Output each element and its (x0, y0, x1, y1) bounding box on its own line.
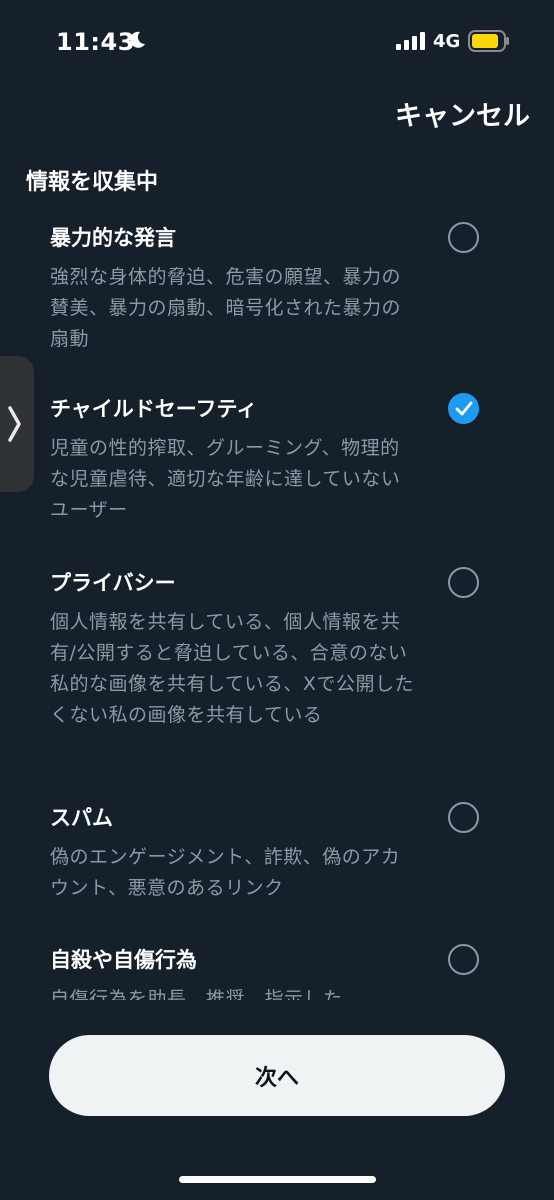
section-title: 情報を収集中 (26, 170, 159, 195)
radio-button[interactable] (448, 944, 479, 975)
chevron-right-icon (8, 406, 21, 442)
option-description: 児童の性的搾取、グルーミング、物理的な児童虐待、適切な年齢に達していないユーザー (50, 437, 401, 521)
battery-icon (468, 30, 509, 52)
radio-button[interactable] (448, 222, 479, 253)
option-description: 偽のエンゲージメント、詐欺、偽のアカウント、悪意のあるリンク (50, 846, 401, 899)
next-button[interactable]: 次へ (49, 1035, 505, 1116)
signal-icon (396, 32, 425, 50)
checkmark-icon (455, 401, 473, 416)
status-bar: 11:43 4G (0, 0, 554, 80)
network-label: 4G (433, 31, 461, 52)
option-title: 自殺や自傷行為 (50, 948, 197, 972)
option-title: チャイルドセーフティ (50, 397, 258, 421)
home-indicator[interactable] (179, 1176, 376, 1183)
report-options-list: 暴力的な発言 強烈な身体的脅迫、危害の願望、暴力の賛美、暴力の扇動、暗号化された… (0, 200, 554, 1000)
option-title: 暴力的な発言 (50, 226, 176, 250)
option-description: 強烈な身体的脅迫、危害の願望、暴力の賛美、暴力の扇動、暗号化された暴力の扇動 (50, 266, 402, 350)
radio-button-checked[interactable] (448, 393, 479, 424)
radio-button[interactable] (448, 567, 479, 598)
option-description: 自傷行為を助長、推奨、指示した (50, 988, 343, 1000)
status-time: 11:43 (56, 28, 135, 56)
cancel-button[interactable]: キャンセル (395, 94, 530, 133)
option-title: プライバシー (50, 571, 176, 595)
option-title: スパム (50, 806, 113, 830)
radio-button[interactable] (448, 802, 479, 833)
moon-icon (130, 31, 145, 48)
option-description: 個人情報を共有している、個人情報を共有/公開すると脅迫している、合意のない私的な… (50, 611, 414, 726)
side-drawer-handle[interactable] (0, 356, 34, 492)
